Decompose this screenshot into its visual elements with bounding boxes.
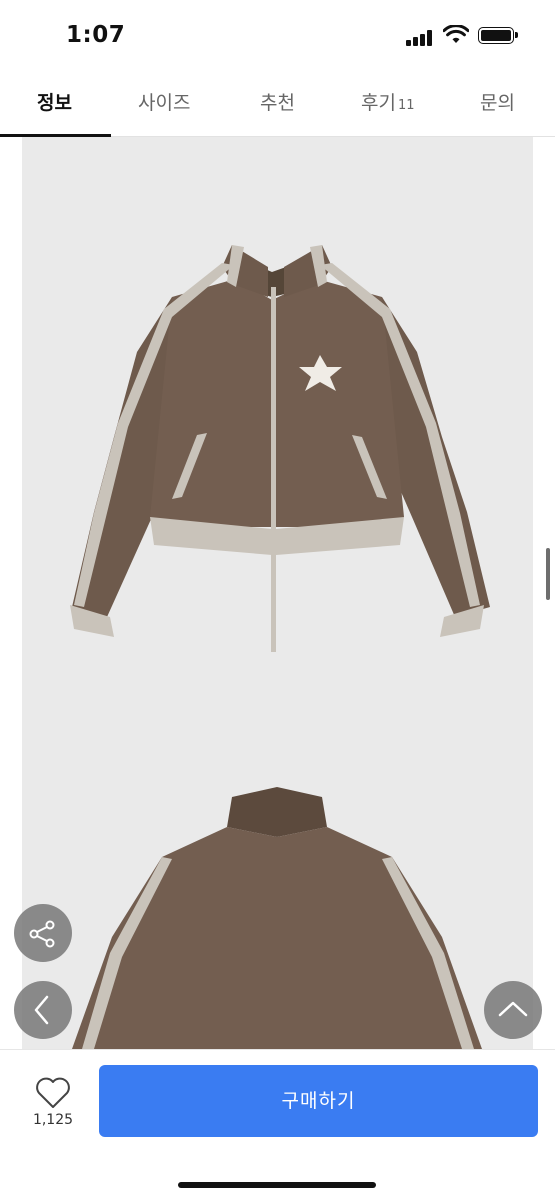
battery-icon [478, 27, 518, 44]
scroll-indicator[interactable] [546, 548, 550, 600]
back-button[interactable] [14, 981, 72, 1039]
tab-size[interactable]: 사이즈 [138, 88, 190, 115]
tab-label: 문의 [480, 92, 515, 114]
wifi-icon [443, 25, 469, 43]
share-icon [29, 920, 55, 948]
tab-label: 정보 [37, 92, 72, 114]
tab-label: 사이즈 [138, 92, 191, 114]
buy-button[interactable]: 구매하기 [99, 1065, 538, 1137]
share-button[interactable] [14, 904, 72, 962]
chevron-up-icon [498, 1001, 528, 1017]
product-image-jacket-back [72, 787, 482, 1049]
bottom-bar: 1,125 구매하기 [0, 1049, 555, 1201]
scroll-top-button[interactable] [484, 981, 542, 1039]
status-time: 1:07 [66, 22, 126, 48]
tab-label: 후기 [361, 92, 396, 114]
tab-reviews[interactable]: 후기 11 [361, 88, 415, 115]
tab-bar: 정보 사이즈 추천 후기 11 문의 [0, 78, 555, 137]
like-count: 1,125 [32, 1112, 74, 1128]
tab-recommend[interactable]: 추천 [260, 88, 295, 115]
status-bar: 1:07 [0, 0, 555, 72]
product-image-area[interactable] [22, 137, 533, 1049]
review-count: 11 [397, 98, 415, 113]
cellular-signal-icon [406, 30, 434, 46]
tab-label: 추천 [260, 92, 295, 114]
tab-info[interactable]: 정보 [37, 88, 72, 115]
heart-icon[interactable] [34, 1076, 72, 1110]
chevron-left-icon [34, 995, 49, 1025]
tab-inquiry[interactable]: 문의 [480, 88, 515, 115]
home-indicator [178, 1182, 376, 1188]
